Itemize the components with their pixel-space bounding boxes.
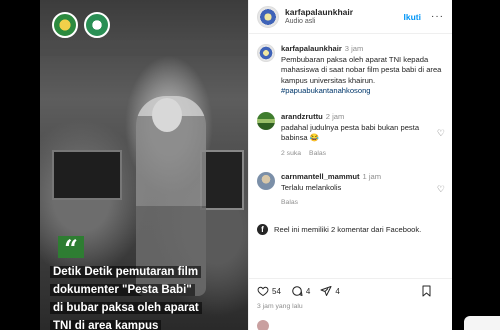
save-button[interactable]	[421, 285, 435, 297]
heart-icon[interactable]: ♡	[437, 184, 445, 195]
comment-body: carnmantell_mammut 1 jam Terlalu melankol…	[281, 172, 445, 209]
comment-username[interactable]: arandzruttu	[281, 112, 323, 121]
comment-time: 2 jam	[325, 112, 345, 121]
video-caption: Detik Detik pemutaran film dokumenter "P…	[50, 262, 246, 330]
comment-time: 1 jam	[362, 172, 382, 181]
post-header: karfapalaunkhair Audio asli Ikuti ···	[249, 0, 452, 34]
video-scene-beam	[40, 40, 248, 56]
comment-button[interactable]: 4	[291, 285, 310, 297]
comment-meta: 2 suka Balas	[281, 149, 445, 160]
action-bar: 54 4 4 3 jam yang lalu	[249, 278, 452, 310]
comment-text: Terlalu melankolis	[281, 182, 342, 192]
video-caption-line: dokumenter "Pesta Babi"	[50, 284, 195, 296]
quote-icon: “	[58, 236, 84, 262]
bookmark-icon	[422, 285, 431, 297]
comment-composer[interactable]	[257, 320, 269, 330]
author-block: karfapalaunkhair Audio asli	[285, 7, 404, 26]
caption-username[interactable]: karfapalaunkhair	[281, 44, 342, 53]
current-user-avatar	[257, 320, 269, 330]
caption-avatar[interactable]	[257, 44, 275, 62]
video-caption-line: TNI di area kampus	[50, 320, 162, 330]
comment-body: arandzruttu 2 jam padahal judulnya pesta …	[281, 112, 445, 159]
video-scene-board	[200, 150, 244, 210]
share-button[interactable]: 4	[320, 285, 340, 297]
organization-logo	[84, 12, 110, 38]
comment-icon	[292, 286, 303, 296]
video-caption-line: Detik Detik pemutaran film	[50, 266, 202, 278]
posted-time: 3 jam yang lalu	[257, 303, 303, 310]
audio-link[interactable]: Audio asli	[285, 17, 404, 26]
scroll-to-top-button[interactable]	[464, 316, 500, 330]
comment-item: arandzruttu 2 jam padahal judulnya pesta …	[257, 112, 445, 159]
university-logo	[52, 12, 78, 38]
post-panel: karfapalaunkhair Audio asli Ikuti ··· ka…	[248, 0, 452, 330]
share-count: 4	[335, 286, 340, 296]
comment-meta: Balas	[281, 198, 445, 209]
post-modal: “ Detik Detik pemutaran film dokumenter …	[40, 0, 452, 330]
caption-body: karfapalaunkhair 3 jam Pembubaran paksa o…	[281, 44, 445, 97]
comment-text: padahal judulnya pesta babi bukan pesta …	[281, 122, 420, 143]
facebook-icon: f	[257, 224, 268, 235]
video-scene-person-head	[152, 98, 182, 132]
comment-count: 4	[305, 286, 311, 296]
share-icon	[320, 286, 332, 296]
caption-hashtag[interactable]: #papuabukantanahkosong	[281, 86, 445, 97]
facebook-note-text: Reel ini memiliki 2 komentar dari Facebo…	[274, 225, 422, 234]
reel-video[interactable]: “ Detik Detik pemutaran film dokumenter …	[40, 0, 248, 330]
heart-icon	[257, 286, 269, 297]
author-username[interactable]: karfapalaunkhair	[285, 7, 404, 17]
post-caption: karfapalaunkhair 3 jam Pembubaran paksa o…	[257, 44, 445, 97]
follow-button[interactable]: Ikuti	[404, 12, 421, 22]
comment-likes[interactable]: 2 suka	[281, 150, 301, 157]
comment-username[interactable]: carnmantell_mammut	[281, 172, 360, 181]
caption-text: Pembubaran paksa oleh aparat TNI kepada …	[281, 54, 442, 85]
reply-button[interactable]: Balas	[309, 150, 326, 157]
commenter-avatar[interactable]	[257, 112, 275, 130]
caption-time: 3 jam	[344, 44, 364, 53]
comment-item: carnmantell_mammut 1 jam Terlalu melankol…	[257, 172, 445, 209]
facebook-comments-note[interactable]: f Reel ini memiliki 2 komentar dari Face…	[257, 224, 447, 235]
video-scene-board	[52, 150, 122, 200]
author-avatar[interactable]	[257, 5, 279, 28]
like-count: 54	[272, 286, 281, 296]
heart-icon[interactable]: ♡	[437, 128, 445, 139]
video-caption-line: di bubar paksa oleh aparat	[50, 302, 202, 314]
reply-button[interactable]: Balas	[281, 199, 298, 206]
like-button[interactable]: 54	[257, 285, 281, 297]
commenter-avatar[interactable]	[257, 172, 275, 190]
more-icon[interactable]: ···	[431, 11, 444, 22]
action-row: 54 4 4	[257, 285, 445, 297]
